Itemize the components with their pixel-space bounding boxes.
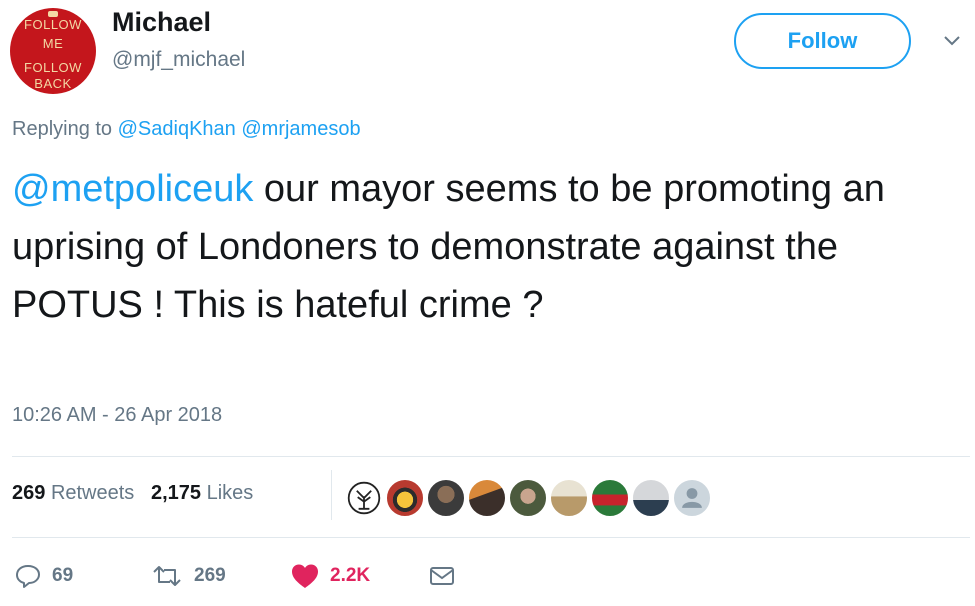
retweet-count: 269 <box>194 565 226 586</box>
avatar-text-line: BACK <box>34 76 72 91</box>
liker-avatar[interactable] <box>672 478 712 518</box>
divider <box>12 537 970 538</box>
retweet-action[interactable]: 269 <box>150 556 226 596</box>
liker-avatar[interactable] <box>385 478 425 518</box>
tweet-text: @metpoliceuk our mayor seems to be promo… <box>12 160 952 334</box>
retweet-icon <box>153 566 181 586</box>
author-handle[interactable]: @mjf_michael <box>112 48 245 72</box>
liker-avatar[interactable] <box>344 478 384 518</box>
liker-avatar[interactable] <box>590 478 630 518</box>
divider <box>12 456 970 457</box>
replying-to: Replying to @SadiqKhan @mrjamesob <box>12 118 361 141</box>
tweet-actions: 69 269 2.2K <box>0 556 975 596</box>
retweets-stat[interactable]: 269 Retweets <box>12 482 134 504</box>
avatar-text-line: FOLLOW <box>24 60 82 75</box>
reply-count: 69 <box>52 565 74 586</box>
liker-avatar[interactable] <box>631 478 671 518</box>
like-count: 2.2K <box>330 565 371 586</box>
stats-separator <box>331 470 332 520</box>
envelope-icon <box>430 567 454 585</box>
chevron-down-icon[interactable] <box>943 34 961 48</box>
liker-avatar[interactable] <box>426 478 466 518</box>
avatar-text-line: FOLLOW <box>24 17 82 32</box>
likes-count: 2,175 <box>150 482 202 504</box>
tweet-stats: 269 Retweets 2,175 Likes <box>12 482 253 505</box>
liker-avatar[interactable] <box>508 478 548 518</box>
likes-label: Likes <box>206 482 254 504</box>
author-avatar[interactable]: FOLLOW ME FOLLOW BACK <box>10 8 96 94</box>
direct-message-action[interactable] <box>428 556 456 596</box>
tweet-timestamp[interactable]: 10:26 AM - 26 Apr 2018 <box>12 404 222 427</box>
retweets-label: Retweets <box>50 482 135 504</box>
liker-avatar[interactable] <box>467 478 507 518</box>
follow-button[interactable]: Follow <box>734 13 911 69</box>
reply-icon <box>16 565 40 588</box>
reply-mention-link[interactable]: @mrjamesob <box>241 118 360 140</box>
author-name[interactable]: Michael <box>112 7 211 38</box>
tweet-mention-link[interactable]: @metpoliceuk <box>12 168 253 210</box>
retweets-count: 269 <box>12 482 46 504</box>
reply-action[interactable]: 69 <box>14 556 73 596</box>
like-action[interactable]: 2.2K <box>290 556 370 596</box>
replying-to-label: Replying to <box>12 118 113 140</box>
liker-avatar[interactable] <box>549 478 589 518</box>
heart-icon <box>292 564 318 588</box>
reply-mention-link[interactable]: @SadiqKhan <box>118 118 236 140</box>
avatar-text-line: ME <box>42 36 64 51</box>
likes-stat[interactable]: 2,175 Likes <box>151 482 253 504</box>
